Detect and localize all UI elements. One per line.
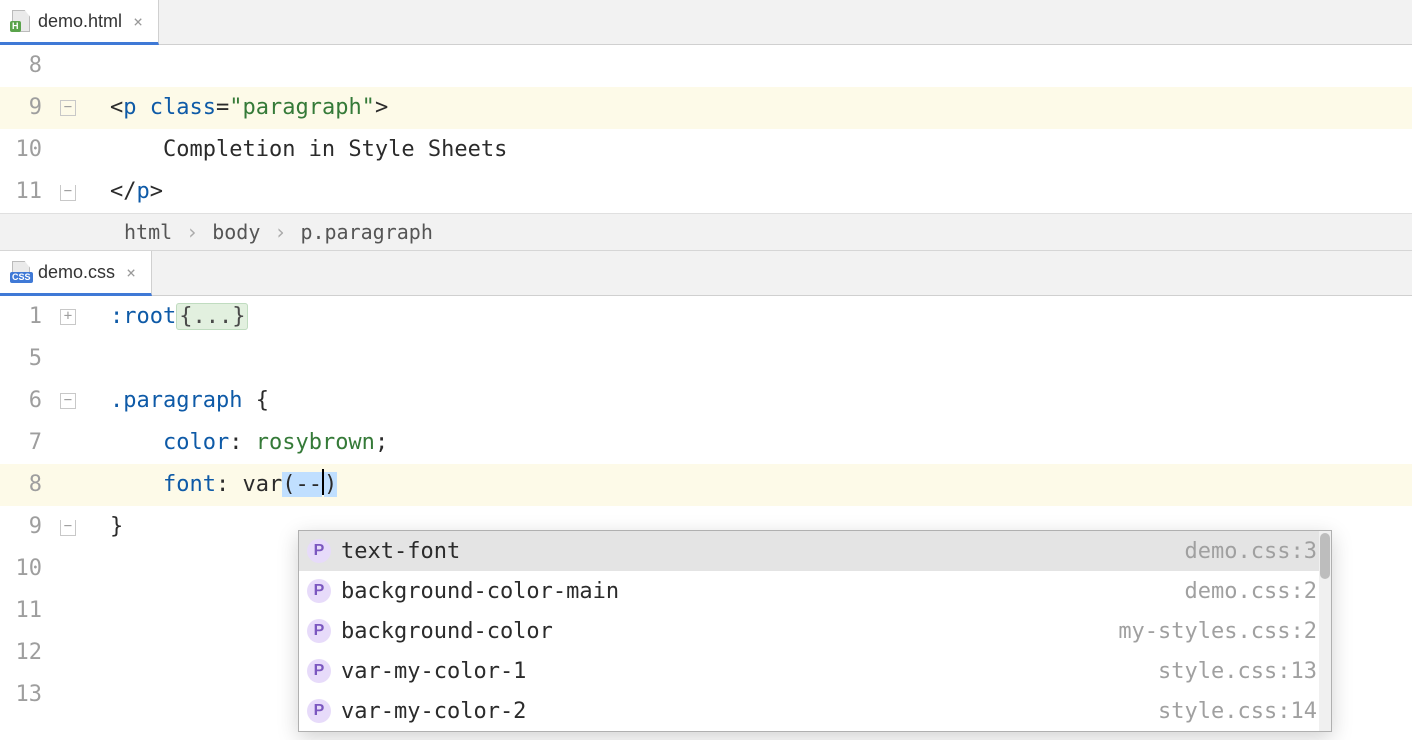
fold-minus-icon[interactable]: − <box>60 100 76 116</box>
code-line[interactable]: Completion in Style Sheets <box>110 129 1412 171</box>
close-icon[interactable]: × <box>123 263 139 282</box>
line-number: 1 <box>0 296 60 338</box>
line-number: 7 <box>0 422 60 464</box>
completion-name: var-my-color-2 <box>341 699 1148 724</box>
completion-item[interactable]: Pbackground-color-main demo.css:2 <box>299 571 1331 611</box>
line-number: 13 <box>0 674 60 716</box>
chevron-right-icon: › <box>186 220 198 244</box>
completion-location: demo.css:3 <box>1185 539 1317 564</box>
property-icon: P <box>307 579 331 603</box>
html-editor[interactable]: 8 9 − <p class="paragraph"> 10 Completio… <box>0 45 1412 213</box>
gutter-fold[interactable]: − <box>60 87 110 129</box>
breadcrumb: html › body › p.paragraph <box>0 213 1412 251</box>
code-line[interactable]: </p> <box>110 171 1412 213</box>
code-line[interactable]: color: rosybrown; <box>110 422 1412 464</box>
tab-filename: demo.html <box>38 11 122 32</box>
completion-name: background-color-main <box>341 579 1175 604</box>
completion-popup: Ptext-font demo.css:3 Pbackground-color-ma… <box>298 530 1332 732</box>
property-icon: P <box>307 699 331 723</box>
line-number: 11 <box>0 590 60 632</box>
gutter-fold[interactable]: − <box>60 380 110 422</box>
gutter-fold <box>60 422 110 464</box>
gutter-fold <box>60 338 110 380</box>
breadcrumb-item[interactable]: p.paragraph <box>300 220 432 244</box>
gutter-fold[interactable]: − <box>60 171 110 213</box>
code-line[interactable] <box>110 45 1412 87</box>
code-line-active[interactable]: font: var(--) <box>110 464 1412 506</box>
css-file-icon: CSS <box>12 261 30 283</box>
tab-demo-css[interactable]: CSS demo.css × <box>0 251 152 296</box>
completion-item[interactable]: Pbackground-color my-styles.css:2 <box>299 611 1331 651</box>
completion-location: style.css:14 <box>1158 699 1317 724</box>
chevron-right-icon: › <box>274 220 286 244</box>
tab-filename: demo.css <box>38 262 115 283</box>
line-number: 5 <box>0 338 60 380</box>
breadcrumb-item[interactable]: body <box>212 220 260 244</box>
fold-end-icon[interactable]: − <box>60 520 76 536</box>
code-line[interactable]: :root{...} <box>110 296 1412 338</box>
html-file-icon: H <box>12 10 30 32</box>
completion-location: style.css:13 <box>1158 659 1317 684</box>
folded-region[interactable]: {...} <box>176 303 248 330</box>
line-number: 11 <box>0 171 60 213</box>
code-line[interactable]: <p class="paragraph"> <box>110 87 1412 129</box>
line-number: 8 <box>0 45 60 87</box>
line-number: 10 <box>0 129 60 171</box>
property-icon: P <box>307 539 331 563</box>
line-number: 12 <box>0 632 60 674</box>
fold-end-icon[interactable]: − <box>60 185 76 201</box>
completion-name: background-color <box>341 619 1108 644</box>
gutter-fold <box>60 464 110 506</box>
html-tabbar: H demo.html × <box>0 0 1412 45</box>
property-icon: P <box>307 659 331 683</box>
gutter-fold <box>60 129 110 171</box>
css-tabbar: CSS demo.css × <box>0 251 1412 296</box>
completion-location: my-styles.css:2 <box>1118 619 1317 644</box>
completion-item[interactable]: Ptext-font demo.css:3 <box>299 531 1331 571</box>
completion-item[interactable]: Pvar-my-color-1 style.css:13 <box>299 651 1331 691</box>
tab-demo-html[interactable]: H demo.html × <box>0 0 159 45</box>
line-number: 10 <box>0 548 60 590</box>
fold-minus-icon[interactable]: − <box>60 393 76 409</box>
gutter-fold <box>60 45 110 87</box>
line-number: 6 <box>0 380 60 422</box>
code-line[interactable]: .paragraph { <box>110 380 1412 422</box>
completion-item[interactable]: Pvar-my-color-2 style.css:14 <box>299 691 1331 731</box>
close-icon[interactable]: × <box>130 12 146 31</box>
scrollbar[interactable] <box>1319 531 1331 731</box>
scrollbar-thumb[interactable] <box>1320 533 1330 579</box>
code-line[interactable] <box>110 338 1412 380</box>
completion-location: demo.css:2 <box>1185 579 1317 604</box>
gutter-fold[interactable]: + <box>60 296 110 338</box>
breadcrumb-item[interactable]: html <box>124 220 172 244</box>
line-number: 9 <box>0 506 60 548</box>
fold-plus-icon[interactable]: + <box>60 309 76 325</box>
line-number: 9 <box>0 87 60 129</box>
line-number: 8 <box>0 464 60 506</box>
completion-name: text-font <box>341 539 1175 564</box>
property-icon: P <box>307 619 331 643</box>
gutter-fold[interactable]: − <box>60 506 110 548</box>
completion-name: var-my-color-1 <box>341 659 1148 684</box>
